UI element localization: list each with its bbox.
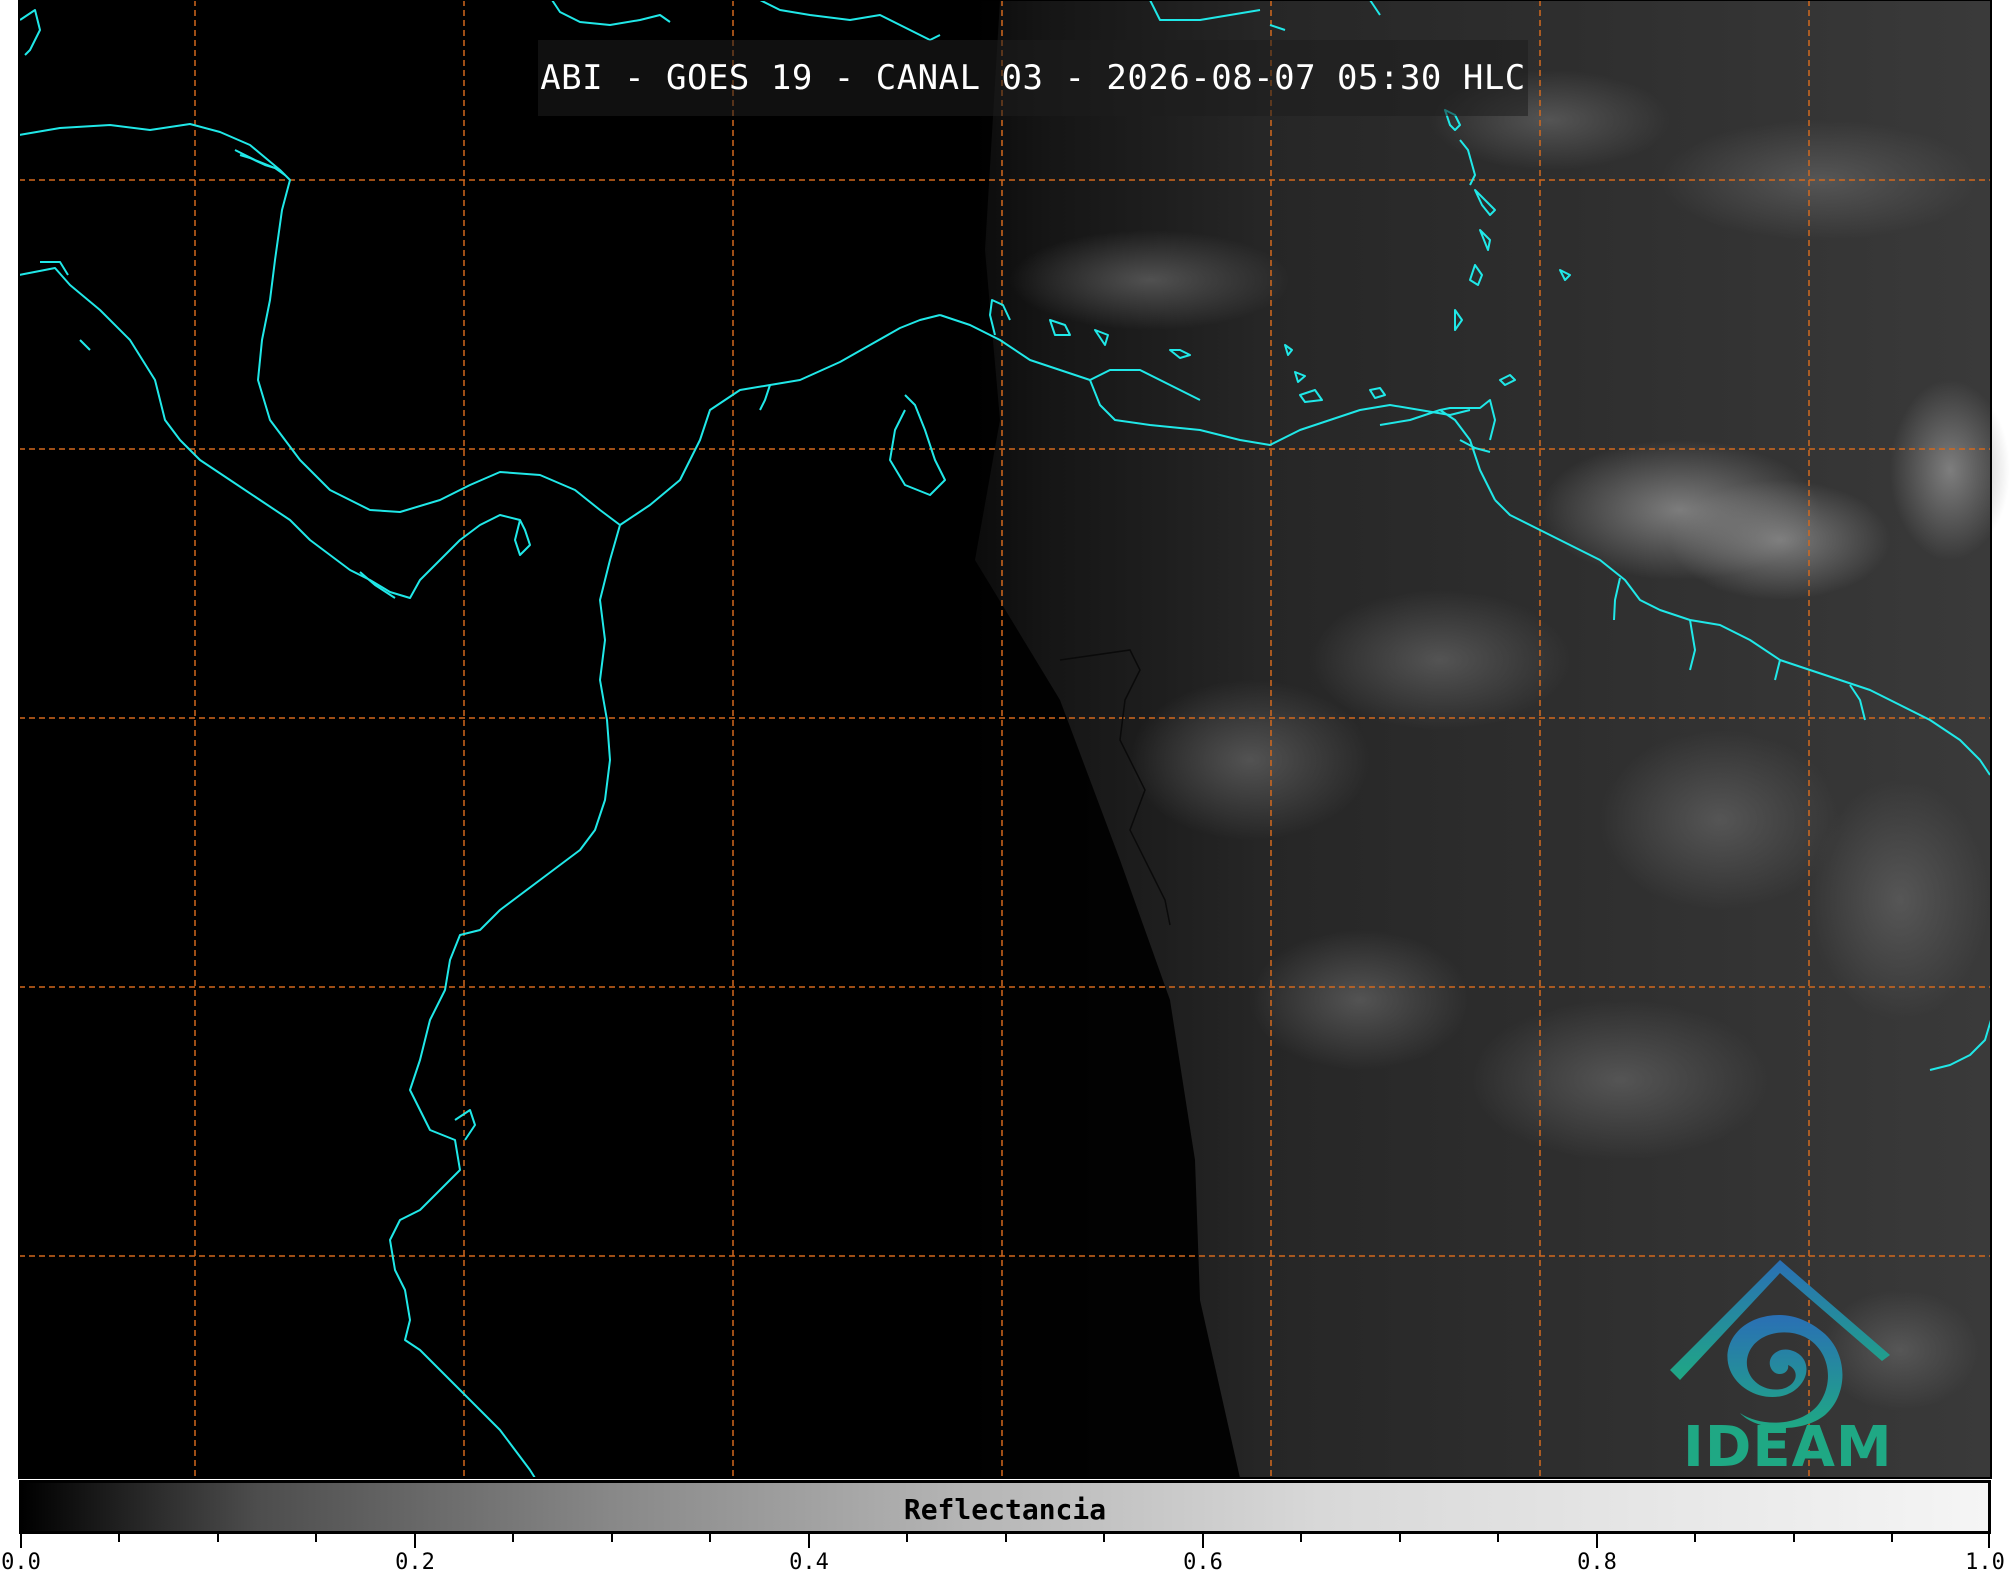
- satellite-figure: ABI - GOES 19 - CANAL 03 - 2026-08-07 05…: [0, 0, 2011, 1577]
- colorbar-tick-label: 0.0: [1, 1550, 41, 1575]
- colorbar-label: Reflectancia: [903, 1493, 1107, 1526]
- swirl-icon: [1727, 1315, 1843, 1428]
- ideam-logo-text: IDEAM: [1683, 1415, 1893, 1480]
- colorbar-tick-label: 1.0: [1965, 1550, 2005, 1575]
- figure-title: ABI - GOES 19 - CANAL 03 - 2026-08-07 05…: [538, 40, 1528, 116]
- colorbar-tick-label: 0.4: [789, 1550, 829, 1575]
- colorbar-tick-label: 0.8: [1577, 1550, 1617, 1575]
- colorbar-tick-label: 0.6: [1183, 1550, 1223, 1575]
- colorbar-tick-label: 0.2: [395, 1550, 435, 1575]
- colorbar: Reflectancia: [19, 1480, 1991, 1534]
- colorbar-ticks: [20, 1534, 1990, 1548]
